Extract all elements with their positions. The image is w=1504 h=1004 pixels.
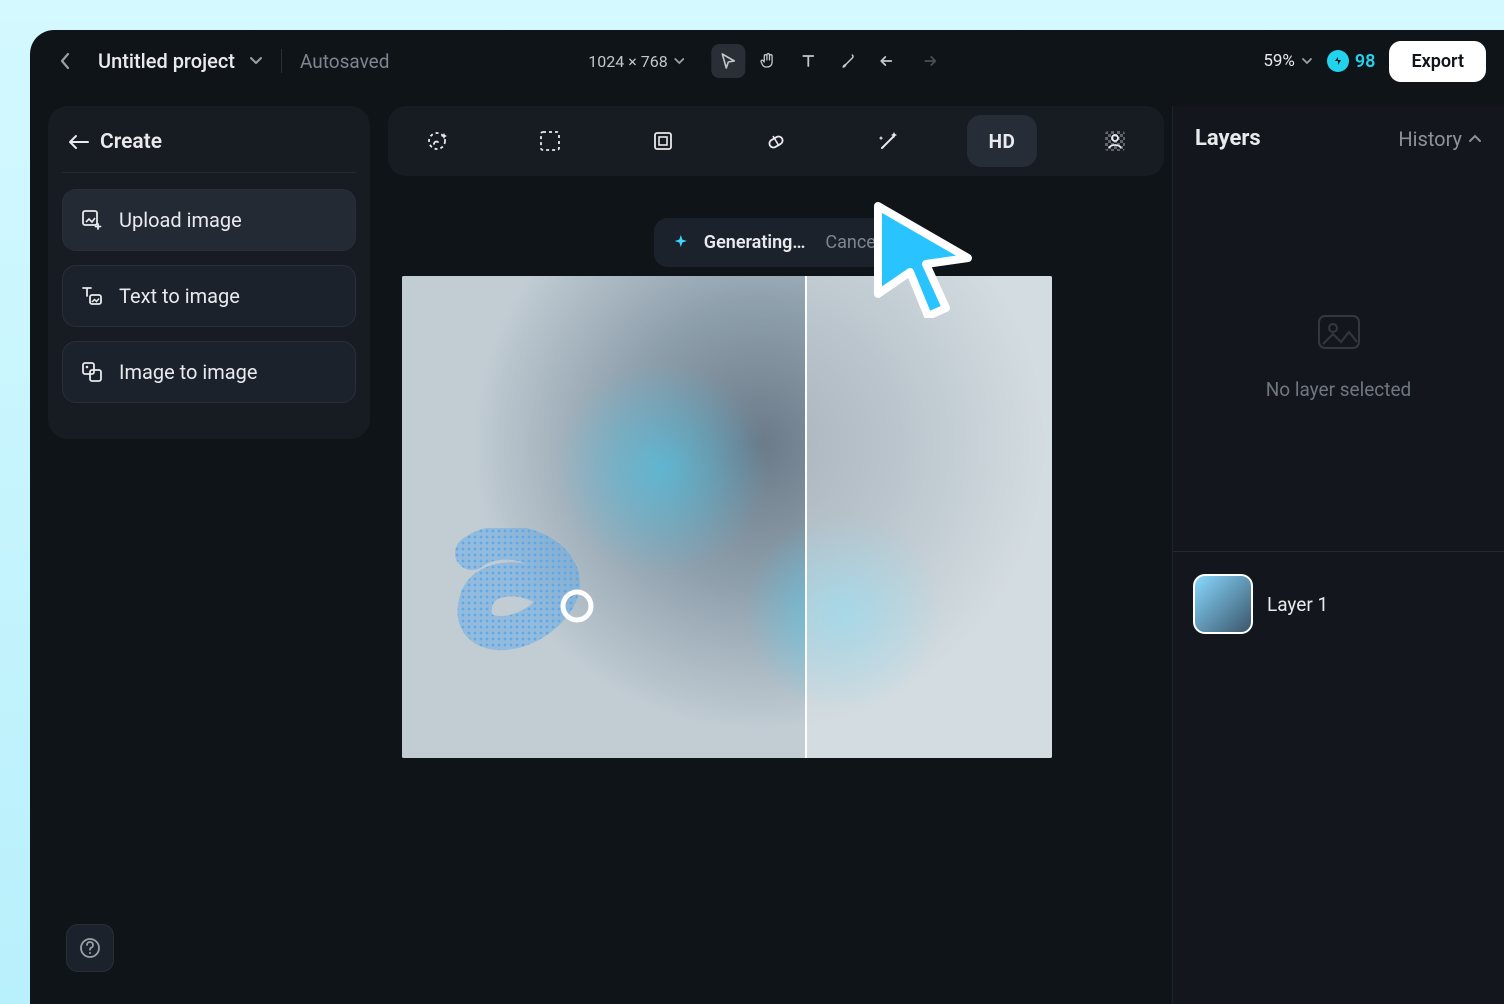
chevron-up-icon bbox=[1468, 134, 1482, 144]
top-tool-strip bbox=[712, 44, 946, 78]
credits-chip[interactable]: 98 bbox=[1327, 50, 1376, 72]
generation-status: Generating… Cancel bbox=[654, 218, 898, 267]
history-tab[interactable]: History bbox=[1398, 127, 1482, 151]
right-panel: Layers History No layer selected Layer 1 bbox=[1172, 106, 1504, 1004]
text-icon bbox=[801, 53, 817, 69]
tool-hd-upscale[interactable]: HD bbox=[967, 115, 1037, 167]
dimensions-text: 1024 × 768 bbox=[588, 52, 667, 71]
canvas-dimensions[interactable]: 1024 × 768 bbox=[588, 52, 685, 71]
zoom-control[interactable]: 59% bbox=[1263, 51, 1313, 71]
image-to-image-icon bbox=[81, 361, 103, 383]
canvas[interactable] bbox=[402, 276, 1052, 758]
autosaved-label: Autosaved bbox=[300, 50, 390, 73]
text-tool[interactable] bbox=[792, 44, 826, 78]
hand-tool[interactable] bbox=[752, 44, 786, 78]
canvas-toolbar: HD bbox=[388, 106, 1164, 176]
main-body: Create Upload image Text to image Image … bbox=[30, 106, 1504, 1004]
export-button[interactable]: Export bbox=[1389, 41, 1486, 82]
app-window: Untitled project Autosaved 1024 × 768 bbox=[30, 30, 1504, 1004]
canvas-compare-overlay bbox=[805, 276, 1052, 758]
brush-tool[interactable] bbox=[832, 44, 866, 78]
sidebar-item-text-to-image[interactable]: Text to image bbox=[62, 265, 356, 327]
sparkle-icon bbox=[672, 234, 690, 252]
credits-value: 98 bbox=[1355, 51, 1376, 72]
sidebar-back-button[interactable] bbox=[68, 133, 90, 151]
arrow-left-icon bbox=[68, 133, 90, 151]
tool-remove-bg[interactable] bbox=[1080, 115, 1150, 167]
top-bar: Untitled project Autosaved 1024 × 768 bbox=[30, 30, 1504, 92]
eraser-icon bbox=[763, 128, 789, 154]
layer-name: Layer 1 bbox=[1267, 593, 1328, 616]
tool-marquee[interactable] bbox=[515, 115, 585, 167]
image-placeholder-icon bbox=[1313, 306, 1365, 358]
chevron-left-icon bbox=[59, 52, 71, 70]
sidebar-item-upload-image[interactable]: Upload image bbox=[62, 189, 356, 251]
tool-magic-brush[interactable] bbox=[402, 115, 472, 167]
tool-magic-wand[interactable] bbox=[854, 115, 924, 167]
sidebar-item-image-to-image[interactable]: Image to image bbox=[62, 341, 356, 403]
sidebar-header: Create bbox=[62, 122, 356, 173]
chevron-down-icon bbox=[1301, 57, 1313, 66]
sidebar-item-label: Image to image bbox=[119, 360, 258, 384]
marquee-icon bbox=[538, 129, 562, 153]
top-bar-right: 59% 98 Export bbox=[1263, 41, 1486, 82]
compare-slider[interactable] bbox=[805, 276, 807, 758]
help-icon bbox=[79, 937, 101, 959]
upload-image-icon bbox=[81, 209, 103, 231]
project-title[interactable]: Untitled project bbox=[98, 49, 235, 73]
right-panel-header: Layers History bbox=[1173, 106, 1504, 163]
layer-thumbnail bbox=[1193, 574, 1253, 634]
layer-row[interactable]: Layer 1 bbox=[1173, 560, 1504, 648]
generating-label: Generating… bbox=[704, 232, 806, 253]
credit-icon bbox=[1327, 50, 1349, 72]
divider bbox=[1173, 551, 1504, 552]
chevron-down-icon bbox=[249, 56, 263, 66]
top-bar-left: Untitled project Autosaved bbox=[48, 44, 389, 78]
tool-crop[interactable] bbox=[628, 115, 698, 167]
hd-label: HD bbox=[989, 130, 1016, 153]
undo-icon bbox=[880, 54, 898, 68]
layers-empty-state: No layer selected bbox=[1173, 163, 1504, 543]
hand-icon bbox=[760, 52, 778, 70]
empty-message: No layer selected bbox=[1266, 378, 1412, 401]
redo-button bbox=[912, 44, 946, 78]
magic-wand-icon bbox=[876, 128, 902, 154]
layers-tab[interactable]: Layers bbox=[1195, 126, 1261, 151]
pointer-icon bbox=[721, 52, 737, 70]
text-to-image-icon bbox=[81, 285, 103, 307]
history-label: History bbox=[1398, 127, 1462, 151]
left-sidebar: Create Upload image Text to image Image … bbox=[48, 106, 370, 439]
undo-button[interactable] bbox=[872, 44, 906, 78]
brush-stroke-overlay bbox=[442, 528, 612, 688]
sidebar-item-label: Text to image bbox=[119, 284, 240, 308]
remove-bg-icon bbox=[1102, 128, 1128, 154]
brush-icon bbox=[841, 53, 857, 69]
chevron-down-icon bbox=[674, 57, 686, 66]
crop-icon bbox=[651, 129, 675, 153]
magic-brush-icon bbox=[424, 128, 450, 154]
tool-eraser[interactable] bbox=[741, 115, 811, 167]
sidebar-item-label: Upload image bbox=[119, 208, 242, 232]
project-dropdown[interactable] bbox=[249, 56, 263, 66]
divider bbox=[281, 49, 282, 73]
back-button[interactable] bbox=[48, 44, 82, 78]
sidebar-title: Create bbox=[100, 130, 162, 154]
canvas-area: HD Generating… Cancel bbox=[388, 106, 1164, 1004]
redo-icon bbox=[920, 54, 938, 68]
cancel-button[interactable]: Cancel bbox=[825, 232, 880, 253]
zoom-value: 59% bbox=[1263, 51, 1295, 71]
help-button[interactable] bbox=[66, 924, 114, 972]
top-bar-center: 1024 × 768 bbox=[588, 44, 945, 78]
pointer-tool[interactable] bbox=[712, 44, 746, 78]
